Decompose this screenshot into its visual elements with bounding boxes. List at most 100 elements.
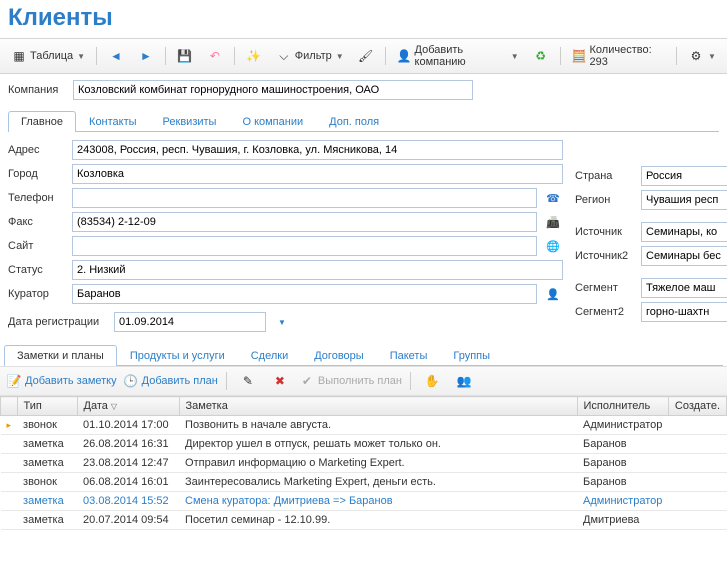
company-row: Компания [0,74,727,106]
edit-button[interactable]: ✎ [235,370,261,392]
sub-tabs: Заметки и планыПродукты и услугиСделкиДо… [4,344,723,366]
tab-Контакты[interactable]: Контакты [76,111,150,132]
col-flag[interactable] [1,397,18,416]
subtab-Пакеты[interactable]: Пакеты [377,345,441,366]
save-icon: 💾 [177,48,193,64]
cell-type: заметка [17,435,77,454]
address-input[interactable] [72,140,563,160]
phone-label: Телефон [8,192,66,204]
cell-executor: Баранов [577,435,668,454]
source2-input[interactable] [641,246,727,266]
undo-button[interactable]: ↶ [202,45,228,67]
cell-note: Заинтересовались Marketing Expert, деньг… [179,473,577,492]
col-creator[interactable]: Создате. [668,397,726,416]
nav-forward-button[interactable]: ► [133,45,159,67]
sort-desc-icon: ▽ [111,402,117,411]
city-label: Город [8,168,66,180]
subtab-Заметки и планы[interactable]: Заметки и планы [4,345,117,366]
check-icon: ✔ [299,373,315,389]
regdate-input[interactable] [114,312,266,332]
status-input[interactable] [72,260,563,280]
subtab-Договоры[interactable]: Договоры [301,345,376,366]
country-input[interactable] [641,166,727,186]
segment2-input[interactable] [641,302,727,322]
country-label: Страна [575,170,637,182]
nav-back-button[interactable]: ◄ [103,45,129,67]
source-input[interactable] [641,222,727,242]
col-note[interactable]: Заметка [179,397,577,416]
city-input[interactable] [72,164,563,184]
segment2-label: Сегмент2 [575,306,637,318]
count-button[interactable]: 🧮Количество: 293 [567,41,671,71]
table-label: Таблица [30,50,73,62]
regdate-label: Дата регистрации [8,316,108,328]
filter-button[interactable]: ⌵Фильтр▼ [271,45,349,67]
fax-input[interactable] [72,212,537,232]
phone-input[interactable] [72,188,537,208]
curator-label: Куратор [8,288,66,300]
cell-type: заметка [17,511,77,530]
fax-label: Факс [8,216,66,228]
table-row[interactable]: заметка23.08.2014 12:47Отправил информац… [1,454,727,473]
col-date[interactable]: Дата▽ [77,397,179,416]
delete-button[interactable]: ✖ [267,370,293,392]
region-input[interactable] [641,190,727,210]
sub-toolbar: 📝Добавить заметку 🕒Добавить план ✎ ✖ ✔Вы… [0,366,727,396]
save-button[interactable]: 💾 [172,45,198,67]
table-row[interactable]: ▸звонок01.10.2014 17:00Позвонить в начал… [1,416,727,435]
user-icon[interactable]: 👤 [543,284,563,304]
col-type[interactable]: Тип [17,397,77,416]
hand-button[interactable]: ✋ [419,370,445,392]
form-area: Адрес Город Телефон☎ Факс📠 Сайт🌐 Статус … [0,132,727,344]
do-plan-button: ✔Выполнить план [299,373,402,389]
clear-filter-button[interactable]: 🖌 [353,45,379,67]
tab-Главное[interactable]: Главное [8,111,76,132]
cell-date: 03.08.2014 15:52 [77,492,179,511]
add-company-label: Добавить компанию [415,44,507,68]
row-flag: ▸ [1,416,18,435]
wand-button[interactable]: ✨ [241,45,267,67]
segment-label: Сегмент [575,282,637,294]
region-label: Регион [575,194,637,206]
tab-О компании[interactable]: О компании [229,111,316,132]
fax-icon[interactable]: 📠 [543,212,563,232]
company-input[interactable] [73,80,473,100]
assign-button[interactable]: 👥 [451,370,477,392]
table-row[interactable]: заметка20.07.2014 09:54Посетил семинар -… [1,511,727,530]
cell-date: 20.07.2014 09:54 [77,511,179,530]
plan-add-icon: 🕒 [123,373,139,389]
do-plan-label: Выполнить план [318,375,402,387]
table-view-button[interactable]: ▦Таблица▼ [6,45,90,67]
cell-note: Директор ушел в отпуск, решать может тол… [179,435,577,454]
add-note-button[interactable]: 📝Добавить заметку [6,373,117,389]
calendar-icon[interactable]: ▼ [272,312,292,332]
arrow-right-icon: ► [138,48,154,64]
col-executor[interactable]: Исполнитель [577,397,668,416]
phone-icon[interactable]: ☎ [543,188,563,208]
brush-icon: 🖌 [358,48,374,64]
add-plan-button[interactable]: 🕒Добавить план [123,373,218,389]
tab-Реквизиты[interactable]: Реквизиты [150,111,230,132]
cell-creator [668,435,726,454]
cell-executor: Администратор [577,492,668,511]
curator-input[interactable] [72,284,537,304]
subtab-Продукты и услуги[interactable]: Продукты и услуги [117,345,238,366]
segment-input[interactable] [641,278,727,298]
cell-executor: Баранов [577,473,668,492]
refresh-button[interactable]: ♻ [528,45,554,67]
table-row[interactable]: заметка26.08.2014 16:31Директор ушел в о… [1,435,727,454]
site-input[interactable] [72,236,537,256]
add-company-button[interactable]: 👤Добавить компанию▼ [392,41,524,71]
subtab-Сделки[interactable]: Сделки [238,345,302,366]
note-add-icon: 📝 [6,373,22,389]
subtab-Группы[interactable]: Группы [440,345,503,366]
globe-icon[interactable]: 🌐 [543,236,563,256]
main-tabs: ГлавноеКонтактыРеквизитыО компанииДоп. п… [8,110,719,132]
cell-creator [668,492,726,511]
table-row[interactable]: заметка03.08.2014 15:52Смена куратора: Д… [1,492,727,511]
undo-icon: ↶ [207,48,223,64]
settings-button[interactable]: ⚙▼ [683,45,721,67]
table-row[interactable]: звонок06.08.2014 16:01Заинтересовались M… [1,473,727,492]
row-flag [1,454,18,473]
tab-Доп. поля[interactable]: Доп. поля [316,111,392,132]
